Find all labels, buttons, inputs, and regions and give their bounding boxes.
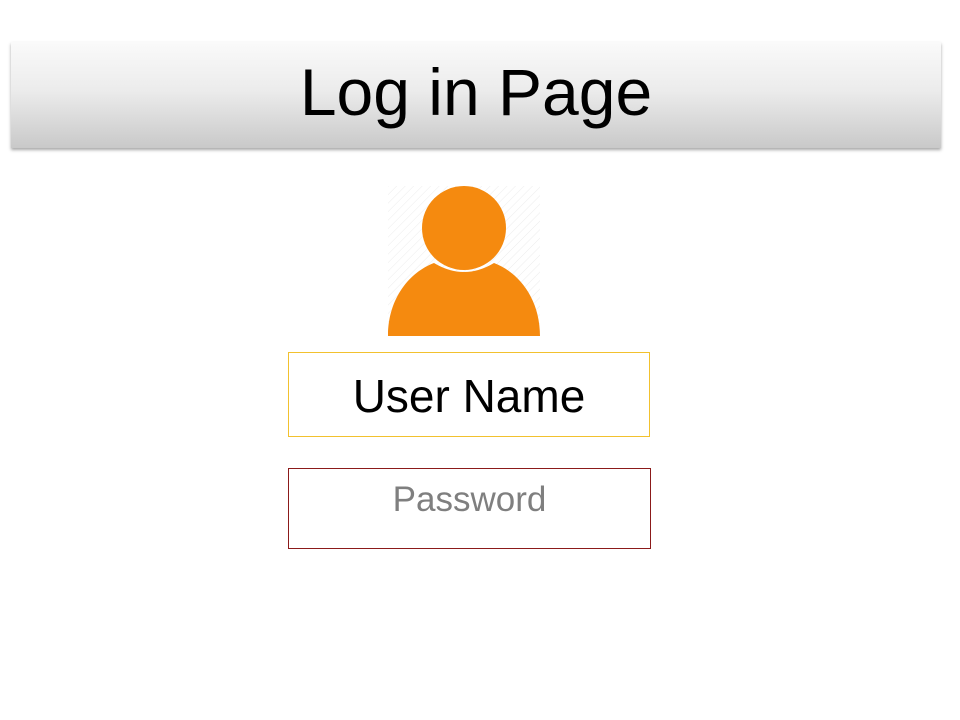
- page-header: Log in Page: [11, 42, 941, 148]
- user-icon: [388, 186, 540, 336]
- password-field[interactable]: Password: [288, 468, 651, 549]
- user-avatar: [388, 186, 540, 336]
- password-placeholder: Password: [392, 480, 547, 519]
- page-title: Log in Page: [299, 55, 653, 129]
- username-value: User Name: [352, 369, 586, 422]
- username-field[interactable]: User Name: [288, 352, 650, 437]
